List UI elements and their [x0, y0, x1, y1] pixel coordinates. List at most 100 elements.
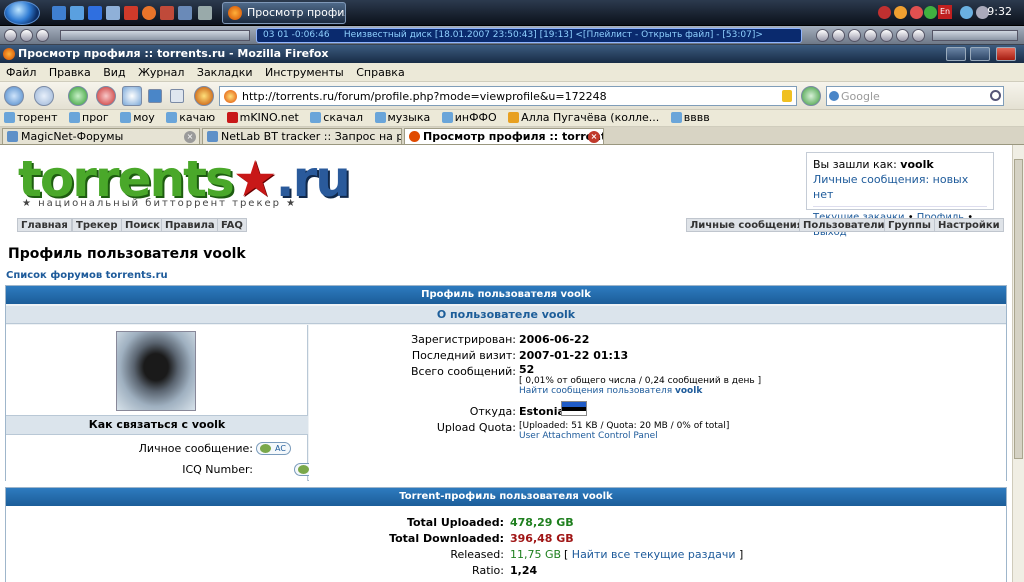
pm-link[interactable]: Личные сообщения: новых нет [813, 173, 968, 201]
bookmark-item[interactable]: прог [69, 111, 109, 124]
scrollbar-thumb[interactable] [1014, 159, 1023, 459]
taskbar: Просмотр профил... En 9:32 [0, 0, 1024, 26]
taskbar-window-button[interactable]: Просмотр профил... [222, 2, 346, 24]
network-icon[interactable] [960, 6, 973, 19]
nav-groups[interactable]: Группы [884, 218, 935, 232]
maximize-button[interactable] [970, 47, 990, 61]
search-input[interactable]: Google [826, 86, 1004, 106]
player-icon[interactable] [20, 29, 33, 42]
nav-search[interactable]: Поиск [121, 218, 164, 232]
menu-tools[interactable]: Инструменты [265, 66, 344, 79]
tab-close-icon[interactable]: × [588, 131, 600, 143]
volume-slider[interactable] [932, 30, 1018, 41]
quicklaunch-icon[interactable] [178, 6, 192, 20]
from-label: Откуда: [469, 405, 516, 418]
bookmark-item[interactable]: Алла Пугачёва (колле... [508, 111, 659, 124]
find-posts-link[interactable]: Найти сообщения пользователя voolk [519, 386, 702, 396]
estonia-flag-icon [561, 401, 587, 416]
tab-close-icon[interactable]: × [184, 131, 196, 143]
menu-history[interactable]: Журнал [138, 66, 184, 79]
pm-button[interactable]: AC [256, 442, 291, 455]
tray-icon[interactable] [924, 6, 937, 19]
go-icon[interactable] [801, 86, 821, 106]
start-button[interactable] [4, 1, 40, 25]
nav-pm[interactable]: Личные сообщения [686, 218, 808, 232]
menu-view[interactable]: Вид [103, 66, 125, 79]
forward-icon[interactable] [880, 29, 893, 42]
player-icon[interactable] [36, 29, 49, 42]
reload-icon[interactable] [68, 86, 88, 106]
bookmark-item[interactable]: торент [4, 111, 58, 124]
addon-icon[interactable] [194, 86, 214, 106]
torrent-header: Torrent-профиль пользователя voolk [6, 488, 1006, 506]
menu-file[interactable]: Файл [6, 66, 36, 79]
stop-icon[interactable] [848, 29, 861, 42]
forward-icon[interactable] [34, 86, 54, 106]
next-icon[interactable] [896, 29, 909, 42]
media-icon[interactable] [124, 6, 138, 20]
nav-home[interactable]: Главная [17, 218, 72, 232]
home-icon[interactable] [122, 86, 142, 106]
tab-magicnet[interactable]: MagicNet-Форумы × [2, 128, 200, 144]
minimize-button[interactable] [946, 47, 966, 61]
explorer-icon[interactable] [70, 6, 84, 20]
stop-icon[interactable] [96, 86, 116, 106]
firefox-icon [228, 6, 242, 20]
tray-icon[interactable] [910, 6, 923, 19]
prev-icon[interactable] [816, 29, 829, 42]
bookmark-item[interactable]: скачал [310, 111, 363, 124]
rss-icon[interactable] [782, 90, 792, 102]
show-desktop-icon[interactable] [52, 6, 66, 20]
registered-label: Зарегистрирован: [411, 333, 516, 346]
menu-bookmarks[interactable]: Закладки [197, 66, 253, 79]
bookmark-item[interactable]: вввв [670, 111, 710, 124]
ie-icon[interactable] [88, 6, 102, 20]
attachment-panel-link[interactable]: User Attachment Control Panel [519, 431, 658, 441]
search-icon[interactable] [990, 90, 1001, 101]
nav-tracker[interactable]: Трекер [72, 218, 122, 232]
player-display: 03 01 -0:06:46 Неизвестный диск [18.01.2… [256, 28, 802, 43]
clock[interactable]: 9:32 [987, 5, 1012, 18]
bookmark-item[interactable]: качаю [166, 111, 215, 124]
player-icon[interactable] [4, 29, 17, 42]
firefox-icon[interactable] [142, 6, 156, 20]
toolbar-icon[interactable] [148, 89, 162, 103]
vertical-scrollbar[interactable] [1012, 145, 1024, 582]
menu-edit[interactable]: Правка [49, 66, 91, 79]
site-favicon-icon [224, 90, 237, 103]
nav-users[interactable]: Пользователи [799, 218, 889, 232]
toolbar-icon[interactable] [170, 89, 184, 103]
back-icon[interactable] [4, 86, 24, 106]
bookmark-item[interactable]: моу [120, 111, 155, 124]
firefox-icon [3, 48, 15, 60]
login-user: voolk [900, 158, 934, 171]
rewind-icon[interactable] [832, 29, 845, 42]
avatar-column: Как связаться с voolk Личное сообщение: … [6, 325, 333, 481]
tab-profile[interactable]: Просмотр профиля :: torrents.ru × [404, 128, 604, 144]
tab-netlab[interactable]: NetLab BT tracker :: Запрос на регис... [202, 128, 402, 144]
bookmark-item[interactable]: инФФО [441, 111, 497, 124]
close-button[interactable] [996, 47, 1016, 61]
nav-rules[interactable]: Правила [161, 218, 219, 232]
tray-icon[interactable] [878, 6, 891, 19]
play-icon[interactable] [864, 29, 877, 42]
released-value: 11,75 GB [510, 548, 562, 561]
nav-settings[interactable]: Настройки [934, 218, 1004, 232]
quicklaunch-icon[interactable] [160, 6, 174, 20]
quicklaunch-icon[interactable] [106, 6, 120, 20]
current-releases-link[interactable]: Найти все текущие раздачи [572, 548, 736, 561]
player-seekbar[interactable] [60, 30, 250, 41]
ratio-value: 1,24 [510, 564, 538, 577]
menu-help[interactable]: Справка [356, 66, 404, 79]
quicklaunch-icon[interactable] [198, 6, 212, 20]
bookmark-item[interactable]: музыка [374, 111, 430, 124]
eject-icon[interactable] [912, 29, 925, 42]
breadcrumb[interactable]: Список форумов torrents.ru [6, 270, 168, 281]
nav-faq[interactable]: FAQ [217, 218, 247, 232]
tray-icon[interactable] [894, 6, 907, 19]
about-header: О пользователе voolk [6, 306, 1006, 324]
uploaded-label: Total Uploaded: [406, 516, 504, 529]
bookmark-item[interactable]: mKINO.net [226, 111, 299, 124]
url-bar[interactable]: http://torrents.ru/forum/profile.php?mod… [219, 86, 797, 106]
language-indicator[interactable]: En [938, 5, 952, 19]
